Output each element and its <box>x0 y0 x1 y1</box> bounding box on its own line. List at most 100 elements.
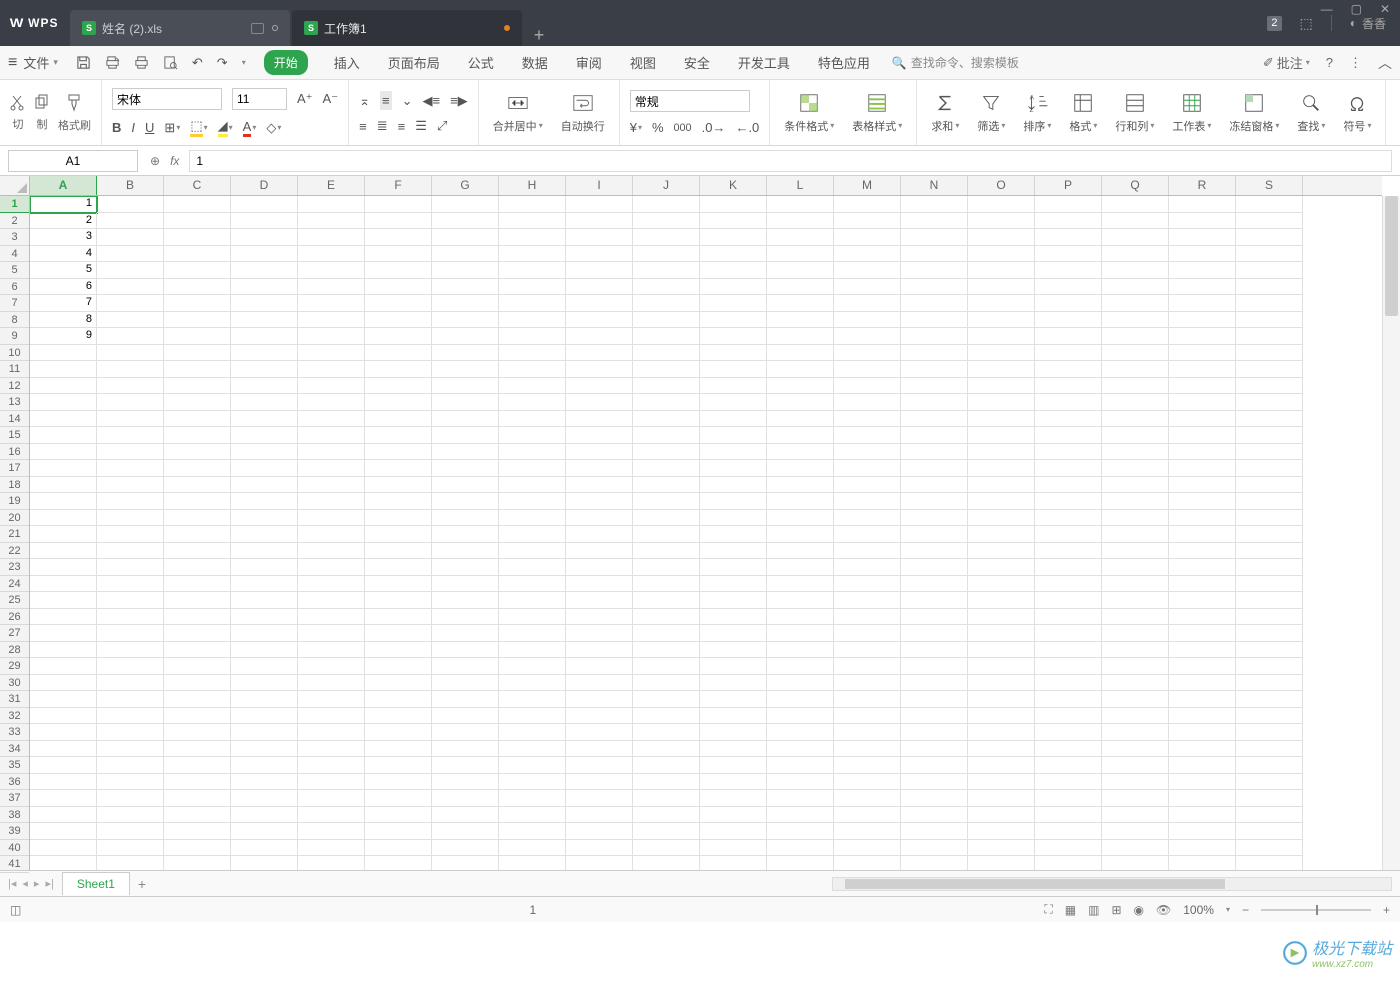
row-header-40[interactable]: 40 <box>0 840 29 857</box>
cell-K17[interactable] <box>700 460 767 477</box>
cell-O17[interactable] <box>968 460 1035 477</box>
cell-K38[interactable] <box>700 807 767 824</box>
cell-G7[interactable] <box>432 295 499 312</box>
cell-I36[interactable] <box>566 774 633 791</box>
column-header-A[interactable]: A <box>30 176 97 195</box>
cell-G10[interactable] <box>432 345 499 362</box>
cell-O31[interactable] <box>968 691 1035 708</box>
cell-H2[interactable] <box>499 213 566 230</box>
cell-P40[interactable] <box>1035 840 1102 857</box>
cell-F4[interactable] <box>365 246 432 263</box>
cell-P35[interactable] <box>1035 757 1102 774</box>
cell-N18[interactable] <box>901 477 968 494</box>
cell-K40[interactable] <box>700 840 767 857</box>
cell-K13[interactable] <box>700 394 767 411</box>
cell-M27[interactable] <box>834 625 901 642</box>
cell-A2[interactable]: 2 <box>30 213 97 230</box>
cell-O10[interactable] <box>968 345 1035 362</box>
cell-L25[interactable] <box>767 592 834 609</box>
cell-H19[interactable] <box>499 493 566 510</box>
cell-G23[interactable] <box>432 559 499 576</box>
cell-S7[interactable] <box>1236 295 1303 312</box>
cell-S34[interactable] <box>1236 741 1303 758</box>
cell-R32[interactable] <box>1169 708 1236 725</box>
cell-L18[interactable] <box>767 477 834 494</box>
cell-K14[interactable] <box>700 411 767 428</box>
cell-G16[interactable] <box>432 444 499 461</box>
view-normal-icon[interactable]: ▦ <box>1065 903 1076 917</box>
cell-D24[interactable] <box>231 576 298 593</box>
cell-R10[interactable] <box>1169 345 1236 362</box>
document-tab-1[interactable]: S 姓名 (2).xls <box>70 10 290 46</box>
cell-P1[interactable] <box>1035 196 1102 213</box>
cell-O23[interactable] <box>968 559 1035 576</box>
cell-I39[interactable] <box>566 823 633 840</box>
row-header-30[interactable]: 30 <box>0 675 29 692</box>
cell-G2[interactable] <box>432 213 499 230</box>
cell-H3[interactable] <box>499 229 566 246</box>
menu-tab-插入[interactable]: 插入 <box>332 50 362 75</box>
cell-F2[interactable] <box>365 213 432 230</box>
cell-M22[interactable] <box>834 543 901 560</box>
cell-A6[interactable]: 6 <box>30 279 97 296</box>
cell-G6[interactable] <box>432 279 499 296</box>
cell-G40[interactable] <box>432 840 499 857</box>
cell-I10[interactable] <box>566 345 633 362</box>
more-button[interactable]: ⋮ <box>1349 55 1362 71</box>
cell-P10[interactable] <box>1035 345 1102 362</box>
cell-C14[interactable] <box>164 411 231 428</box>
cell-A23[interactable] <box>30 559 97 576</box>
cell-J20[interactable] <box>633 510 700 527</box>
symbol-button[interactable]: 符号▾ <box>1339 92 1375 134</box>
file-menu[interactable]: 文件 <box>23 53 49 72</box>
worksheet-button[interactable]: 工作表▾ <box>1168 92 1215 134</box>
cell-S19[interactable] <box>1236 493 1303 510</box>
cell-I19[interactable] <box>566 493 633 510</box>
cell-S15[interactable] <box>1236 427 1303 444</box>
number-format-select[interactable] <box>630 90 750 112</box>
cell-L5[interactable] <box>767 262 834 279</box>
collapse-ribbon-button[interactable]: ︿ <box>1378 53 1392 73</box>
cell-Q26[interactable] <box>1102 609 1169 626</box>
cell-L15[interactable] <box>767 427 834 444</box>
cell-P30[interactable] <box>1035 675 1102 692</box>
cell-N32[interactable] <box>901 708 968 725</box>
cell-F18[interactable] <box>365 477 432 494</box>
cell-L4[interactable] <box>767 246 834 263</box>
cell-C22[interactable] <box>164 543 231 560</box>
cell-P33[interactable] <box>1035 724 1102 741</box>
cell-P8[interactable] <box>1035 312 1102 329</box>
row-header-31[interactable]: 31 <box>0 691 29 708</box>
cell-M32[interactable] <box>834 708 901 725</box>
add-sheet-button[interactable]: + <box>138 876 146 892</box>
cell-J3[interactable] <box>633 229 700 246</box>
cell-O19[interactable] <box>968 493 1035 510</box>
cell-J28[interactable] <box>633 642 700 659</box>
cell-E41[interactable] <box>298 856 365 870</box>
cell-A18[interactable] <box>30 477 97 494</box>
row-header-11[interactable]: 11 <box>0 361 29 378</box>
cell-S22[interactable] <box>1236 543 1303 560</box>
cell-K5[interactable] <box>700 262 767 279</box>
cell-F14[interactable] <box>365 411 432 428</box>
cell-M30[interactable] <box>834 675 901 692</box>
cell-B29[interactable] <box>97 658 164 675</box>
cell-N2[interactable] <box>901 213 968 230</box>
cell-N21[interactable] <box>901 526 968 543</box>
panes-icon[interactable]: ◫ <box>10 903 21 917</box>
conditional-format-button[interactable]: 条件格式▾ <box>780 92 838 134</box>
cell-R3[interactable] <box>1169 229 1236 246</box>
document-tab-2[interactable]: S 工作簿1 <box>292 10 522 46</box>
cell-L14[interactable] <box>767 411 834 428</box>
cell-R6[interactable] <box>1169 279 1236 296</box>
row-header-35[interactable]: 35 <box>0 757 29 774</box>
cell-B34[interactable] <box>97 741 164 758</box>
cell-G24[interactable] <box>432 576 499 593</box>
cell-E26[interactable] <box>298 609 365 626</box>
cell-C16[interactable] <box>164 444 231 461</box>
cell-J15[interactable] <box>633 427 700 444</box>
cell-N38[interactable] <box>901 807 968 824</box>
cell-K31[interactable] <box>700 691 767 708</box>
cell-L1[interactable] <box>767 196 834 213</box>
cell-B22[interactable] <box>97 543 164 560</box>
